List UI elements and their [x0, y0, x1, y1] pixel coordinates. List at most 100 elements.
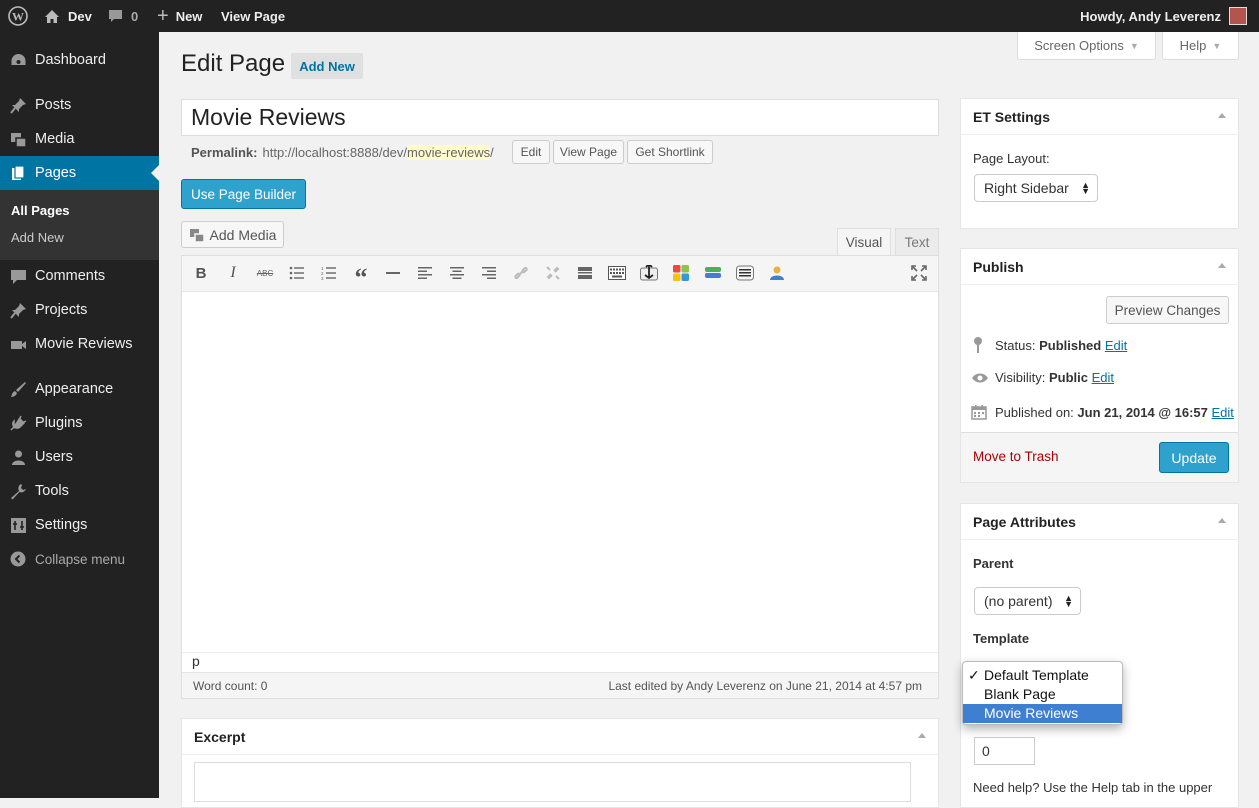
read-more-icon[interactable] [575, 263, 595, 283]
menu-users[interactable]: Users [0, 440, 159, 474]
excerpt-textarea[interactable] [194, 762, 911, 802]
collapse-arrow-icon[interactable] [1218, 263, 1226, 268]
editor-body[interactable] [182, 292, 938, 652]
align-center-icon[interactable] [447, 263, 467, 283]
pin-icon [9, 96, 27, 114]
add-media-button[interactable]: Add Media [181, 221, 284, 248]
menu-label: Dashboard [35, 52, 106, 68]
publish-title[interactable]: Publish [961, 249, 1238, 285]
edit-date-link[interactable]: Edit [1212, 405, 1234, 420]
edit-permalink-button[interactable]: Edit [512, 140, 550, 164]
menu-posts[interactable]: Posts [0, 88, 159, 122]
et-settings-box: ET Settings Page Layout: Right Sidebar ▲… [960, 98, 1239, 229]
move-to-trash-link[interactable]: Move to Trash [973, 449, 1059, 464]
collapse-arrow-icon[interactable] [1218, 518, 1226, 523]
site-name-link[interactable]: Dev [44, 0, 92, 32]
submenu-add-new[interactable]: Add New [11, 230, 64, 245]
menu-label: Projects [35, 302, 88, 318]
link-icon[interactable] [511, 263, 531, 283]
excerpt-title[interactable]: Excerpt [182, 719, 938, 755]
order-input[interactable]: 0 [974, 737, 1035, 765]
published-row: Published on: Jun 21, 2014 @ 16:57 Edit [971, 404, 1234, 420]
template-option[interactable]: Default Template [984, 667, 1089, 683]
editor-path: p [182, 652, 938, 672]
screen-options-button[interactable]: Screen Options ▼ [1017, 32, 1156, 60]
avatar[interactable] [1229, 7, 1247, 25]
view-page-link[interactable]: View Page [221, 0, 285, 32]
comment-icon [108, 9, 123, 23]
help-button[interactable]: Help ▼ [1162, 32, 1239, 60]
site-name: Dev [68, 8, 92, 24]
menu-tools[interactable]: Tools [0, 474, 159, 508]
publish-box: Publish Preview Changes Status: Publishe… [960, 248, 1239, 483]
et-settings-title[interactable]: ET Settings [961, 99, 1238, 135]
horizontal-line-icon[interactable] [383, 263, 403, 283]
collapse-arrow-icon[interactable] [918, 733, 926, 738]
template-option[interactable]: Blank Page [984, 686, 1056, 702]
tab-text[interactable]: Text [895, 228, 939, 255]
add-new-page-button[interactable]: Add New [291, 53, 363, 79]
published-label: Published on: [995, 404, 1074, 420]
menu-plugins[interactable]: Plugins [0, 406, 159, 440]
new-content-link[interactable]: + New [157, 0, 202, 32]
bullet-list-icon[interactable] [287, 263, 307, 283]
author-icon[interactable] [767, 263, 787, 283]
list-box-icon[interactable] [735, 263, 755, 283]
edit-status-link[interactable]: Edit [1105, 338, 1127, 353]
wrench-icon [9, 482, 27, 500]
permalink-slug[interactable]: movie-reviews [407, 144, 491, 160]
new-label: New [175, 8, 203, 24]
fullscreen-icon[interactable] [909, 263, 929, 283]
page-attributes-title[interactable]: Page Attributes [961, 504, 1238, 540]
template-dropdown[interactable]: ✓ Default Template Blank Page Movie Revi… [962, 661, 1123, 725]
view-page-button[interactable]: View Page [553, 140, 624, 164]
howdy-account[interactable]: Howdy, Andy Leverenz [1080, 0, 1221, 32]
menu-appearance[interactable]: Appearance [0, 372, 159, 406]
parent-label: Parent [973, 556, 1014, 571]
template-option-selected[interactable]: Movie Reviews [984, 705, 1078, 721]
permalink-end: / [490, 144, 494, 160]
parent-select[interactable]: (no parent) ▲ ▼ [974, 587, 1081, 615]
select-arrows-icon: ▲ ▼ [1064, 593, 1073, 609]
menu-settings[interactable]: Settings [0, 508, 159, 542]
menu-pages[interactable]: Pages [0, 156, 159, 190]
page-layout-select[interactable]: Right Sidebar ▲ ▼ [974, 174, 1098, 202]
strikethrough-icon[interactable]: ABC [255, 263, 275, 283]
preview-changes-button[interactable]: Preview Changes [1106, 296, 1229, 324]
italic-icon[interactable]: I [223, 263, 243, 283]
blockquote-icon[interactable]: “ [351, 263, 371, 292]
bold-icon[interactable]: B [191, 263, 211, 283]
collapse-menu-button[interactable]: Collapse menu [0, 542, 159, 576]
status-value: Published [1039, 337, 1102, 353]
menu-label: Users [35, 449, 73, 465]
page-layout-label: Page Layout: [973, 151, 1050, 166]
edit-visibility-link[interactable]: Edit [1092, 370, 1114, 385]
tabs-shortcode-icon[interactable] [703, 263, 723, 283]
tab-visual[interactable]: Visual [837, 228, 891, 255]
shortcodes-grid-icon[interactable] [671, 263, 691, 283]
menu-dashboard[interactable]: Dashboard [0, 43, 159, 77]
get-shortlink-button[interactable]: Get Shortlink [627, 140, 713, 164]
use-page-builder-button[interactable]: Use Page Builder [181, 179, 306, 209]
update-button[interactable]: Update [1159, 442, 1229, 473]
numbered-list-icon[interactable]: 123 [319, 263, 339, 283]
collapse-arrow-icon [9, 550, 27, 568]
submenu-all-pages[interactable]: All Pages [11, 203, 70, 218]
collapse-arrow-icon[interactable] [1218, 113, 1226, 118]
visibility-row: Visibility: Public Edit [971, 370, 1114, 385]
page-layout-value: Right Sidebar [984, 180, 1069, 196]
menu-movie-reviews[interactable]: Movie Reviews [0, 327, 159, 361]
wordpress-logo-icon[interactable]: W [8, 0, 28, 32]
user-icon [9, 448, 27, 466]
admin-bar: W Dev 0 + New View Page Howdy, Andy Leve… [0, 0, 1259, 32]
menu-comments[interactable]: Comments [0, 259, 159, 293]
toolbar-toggle-icon[interactable] [607, 263, 627, 283]
align-right-icon[interactable] [479, 263, 499, 283]
comments-link[interactable]: 0 [108, 0, 138, 32]
menu-projects[interactable]: Projects [0, 293, 159, 327]
menu-media[interactable]: Media [0, 122, 159, 156]
post-title-input[interactable]: Movie Reviews [181, 99, 939, 136]
upload-icon[interactable] [639, 263, 659, 283]
unlink-icon[interactable] [543, 263, 563, 283]
align-left-icon[interactable] [415, 263, 435, 283]
